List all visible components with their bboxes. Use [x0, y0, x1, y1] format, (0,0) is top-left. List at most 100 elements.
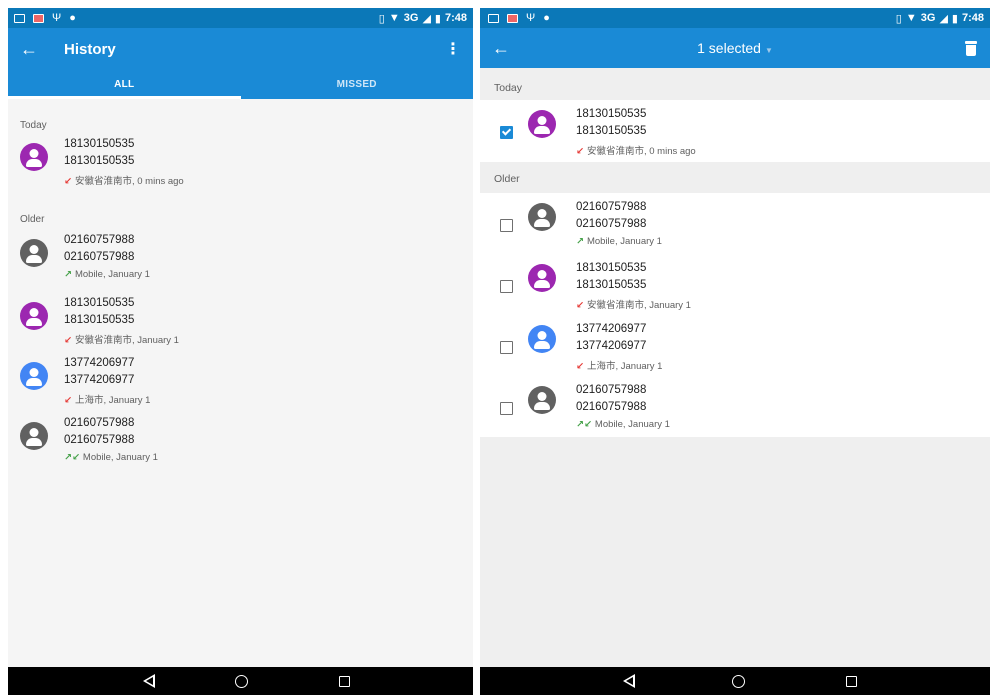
clock: 7:48: [444, 12, 467, 24]
select-checkbox[interactable]: [500, 126, 513, 139]
phone-number: 18130150535: [64, 155, 135, 167]
phone-number: 02160757988: [64, 434, 135, 446]
selection-count[interactable]: 1 selected ▼: [480, 40, 990, 56]
contact-avatar-icon[interactable]: [528, 325, 556, 353]
usb-icon: Ψ: [52, 12, 62, 24]
back-arrow-icon[interactable]: ←: [20, 39, 52, 60]
vibrate-icon: ▯: [895, 12, 902, 25]
call-log-item[interactable]: 18130150535 18130150535 ↙ 安徽省淮南市, January 1: [480, 256, 990, 316]
select-checkbox[interactable]: [500, 402, 513, 415]
call-detail: ↙ 上海市, January 1: [64, 392, 150, 406]
contact-name: 13774206977: [64, 357, 135, 369]
section-header-older: Older: [20, 214, 45, 225]
call-log-item[interactable]: 02160757988 02160757988 ↗ Mobile, January 1: [8, 234, 473, 292]
call-direction-icon: ↗: [576, 236, 584, 247]
call-direction-icon: ↙: [64, 176, 72, 187]
phone-number: 13774206977: [576, 340, 647, 352]
vibrate-icon: ▯: [378, 12, 385, 25]
tab-bar: ALL MISSED: [8, 70, 473, 99]
contact-name: 13774206977: [576, 323, 647, 335]
triangle-back-icon: [143, 674, 157, 688]
notification-icon: [14, 13, 25, 23]
call-log-item[interactable]: 02160757988 02160757988 ↗ Mobile, January 1: [480, 195, 990, 255]
select-checkbox[interactable]: [500, 280, 513, 293]
gallery-icon: [33, 13, 44, 23]
contact-avatar-icon[interactable]: [20, 143, 48, 171]
trash-icon[interactable]: [964, 40, 978, 56]
location-icon: ●: [69, 12, 76, 24]
call-log-item[interactable]: 18130150535 18130150535 ↙ 安徽省淮南市, January 1: [8, 297, 473, 355]
contact-avatar-icon[interactable]: [528, 264, 556, 292]
network-type: 3G: [920, 12, 936, 24]
phone-number: 02160757988: [64, 251, 135, 263]
contact-avatar-icon[interactable]: [20, 239, 48, 267]
call-location-time: Mobile, January 1: [82, 452, 158, 463]
call-detail: ↙ 安徽省淮南市, January 1: [64, 332, 179, 346]
contact-name: 18130150535: [576, 108, 647, 120]
selection-app-bar: ← 1 selected ▼: [480, 28, 990, 68]
call-direction-icon: ↗↙: [576, 419, 592, 430]
navigation-bar: [480, 667, 990, 695]
call-detail: ↗↙ Mobile, January 1: [576, 419, 670, 430]
nav-home-button[interactable]: [732, 674, 745, 688]
location-icon: ●: [543, 12, 550, 24]
app-bar: ← History ⋮: [8, 28, 473, 70]
contact-avatar-icon[interactable]: [528, 110, 556, 138]
contact-avatar-icon[interactable]: [528, 386, 556, 414]
notification-icon: [488, 13, 499, 23]
contact-name: 02160757988: [576, 201, 647, 213]
contact-avatar-icon[interactable]: [528, 203, 556, 231]
contact-avatar-icon[interactable]: [20, 362, 48, 390]
nav-back-button[interactable]: [623, 674, 637, 688]
tab-missed[interactable]: MISSED: [241, 70, 474, 99]
call-location-time: 安徽省淮南市, 0 mins ago: [74, 176, 184, 187]
call-location-time: 安徽省淮南市, January 1: [74, 335, 179, 346]
call-log-item[interactable]: 13774206977 13774206977 ↙ 上海市, January 1: [480, 317, 990, 377]
call-log-item[interactable]: 02160757988 02160757988 ↗↙ Mobile, January …: [480, 378, 990, 438]
section-header-today: Today: [20, 120, 47, 131]
more-vert-icon[interactable]: ⋮: [445, 39, 461, 59]
call-location-time: Mobile, January 1: [594, 419, 670, 430]
select-checkbox[interactable]: [500, 341, 513, 354]
history-screen: Ψ ● ▯ ▼ 3G ◢ ▮ 7:48 ← History ⋮ ALL MISS…: [8, 8, 473, 695]
call-direction-icon: ↙: [576, 361, 584, 372]
select-checkbox[interactable]: [500, 219, 513, 232]
phone-number: 18130150535: [64, 314, 135, 326]
contact-avatar-icon[interactable]: [20, 422, 48, 450]
nav-back-button[interactable]: [143, 674, 157, 688]
phone-number: 02160757988: [576, 218, 647, 230]
square-recents-icon: [846, 675, 857, 687]
call-direction-icon: ↙: [576, 146, 584, 157]
clock: 7:48: [961, 12, 984, 24]
tab-all[interactable]: ALL: [8, 70, 241, 99]
call-detail: ↙ 安徽省淮南市, 0 mins ago: [64, 173, 184, 187]
signal-icon: ◢: [939, 12, 948, 25]
status-bar: Ψ ● ▯ ▼ 3G ◢ ▮ 7:48: [480, 8, 990, 28]
call-detail: ↙ 安徽省淮南市, 0 mins ago: [576, 143, 696, 157]
call-detail: ↗↙ Mobile, January 1: [64, 452, 158, 463]
back-arrow-icon[interactable]: ←: [492, 38, 524, 59]
contact-name: 02160757988: [576, 384, 647, 396]
call-log-item[interactable]: 18130150535 18130150535 ↙ 安徽省淮南市, 0 mins ag…: [8, 138, 473, 196]
call-log-item[interactable]: 18130150535 18130150535 ↙ 安徽省淮南市, 0 mins ag…: [480, 102, 990, 162]
contact-name: 02160757988: [64, 234, 135, 246]
nav-home-button[interactable]: [235, 674, 248, 688]
circle-home-icon: [235, 674, 248, 688]
contact-name: 02160757988: [64, 417, 135, 429]
selection-count-label: 1 selected: [697, 40, 761, 56]
call-direction-icon: ↙: [64, 395, 72, 406]
page-title: History: [64, 40, 116, 58]
call-detail: ↗ Mobile, January 1: [64, 269, 150, 280]
contact-avatar-icon[interactable]: [20, 302, 48, 330]
dropdown-caret-icon: ▼: [764, 46, 773, 55]
contact-name: 18130150535: [64, 138, 135, 150]
phone-number: 13774206977: [64, 374, 135, 386]
status-bar: Ψ ● ▯ ▼ 3G ◢ ▮ 7:48: [8, 8, 473, 28]
call-location-time: Mobile, January 1: [74, 269, 150, 280]
call-log-item[interactable]: 13774206977 13774206977 ↙ 上海市, January 1: [8, 357, 473, 415]
nav-recents-button[interactable]: [339, 675, 350, 687]
call-log-item[interactable]: 02160757988 02160757988 ↗↙ Mobile, January …: [8, 417, 473, 475]
gallery-icon: [507, 13, 518, 23]
call-direction-icon: ↗↙: [64, 452, 80, 463]
nav-recents-button[interactable]: [846, 675, 857, 687]
